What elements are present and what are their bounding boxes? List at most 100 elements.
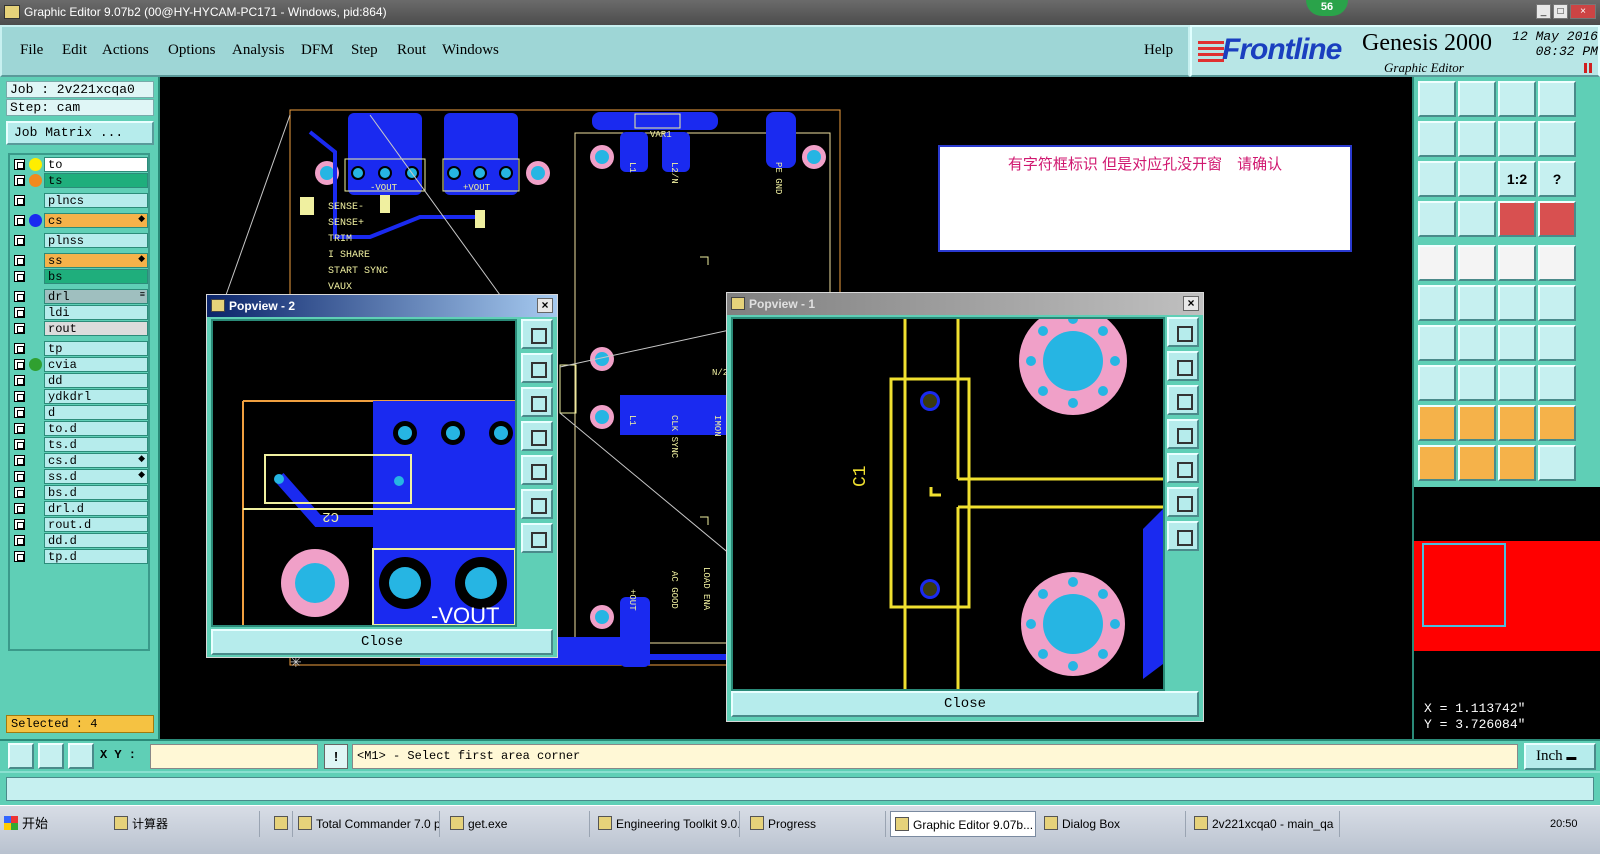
layer-checkbox[interactable]	[14, 307, 25, 318]
layer-checkbox[interactable]	[14, 487, 25, 498]
taskbar-item[interactable]: 计算器	[110, 811, 260, 837]
layer-name[interactable]: cs	[44, 213, 148, 228]
layer-checkbox[interactable]	[14, 519, 25, 530]
layer-name[interactable]: ts	[44, 173, 148, 188]
close-window-button[interactable]: ×	[1570, 4, 1596, 19]
layer-checkbox[interactable]	[14, 423, 25, 434]
taskbar-item[interactable]: Progress	[746, 811, 886, 837]
layer-row[interactable]: bs.d	[12, 485, 148, 500]
popview-2-close-button[interactable]: Close	[211, 629, 553, 655]
pad-icon[interactable]	[1418, 245, 1456, 281]
snap-point-icon[interactable]	[1418, 365, 1456, 401]
pointer2-icon[interactable]	[1458, 445, 1496, 481]
minus-icon[interactable]	[1458, 365, 1496, 401]
layer-checkbox[interactable]	[14, 471, 25, 482]
layers-icon[interactable]	[1538, 365, 1576, 401]
layer-checkbox[interactable]	[14, 391, 25, 402]
layer-row[interactable]: rout	[12, 321, 148, 336]
layer-name[interactable]: d	[44, 405, 148, 420]
layer-row[interactable]: to.d	[12, 421, 148, 436]
tri4-icon[interactable]	[1538, 405, 1576, 441]
layer-row[interactable]: cs ◆	[12, 213, 148, 228]
layer-name[interactable]: bs.d	[44, 485, 148, 500]
layer-name[interactable]: ydkdrl	[44, 389, 148, 404]
popview-1-titlebar[interactable]: Popview - 1 ×	[727, 293, 1203, 315]
minimize-button[interactable]: _	[1536, 4, 1551, 19]
layer-row[interactable]: tp.d	[12, 549, 148, 564]
taskbar-item[interactable]: Dialog Box	[1040, 811, 1186, 837]
taskbar-item[interactable]: Total Commander 7.0 p...	[294, 811, 440, 837]
zoom-in-icon[interactable]	[1167, 487, 1199, 517]
line-icon[interactable]	[1418, 325, 1456, 361]
ruler-icon[interactable]	[1498, 245, 1536, 281]
popview-1-view[interactable]: C1	[731, 317, 1165, 691]
layer-name[interactable]: ss.d	[44, 469, 148, 484]
tri-icon[interactable]	[1418, 405, 1456, 441]
popview-1-close-button[interactable]: Close	[731, 691, 1199, 717]
popview-2-view[interactable]: C2 -VOUT	[211, 319, 517, 627]
ratio-icon[interactable]: 1:2	[1498, 161, 1536, 197]
measure-tool-icon[interactable]	[1418, 201, 1456, 237]
layer-checkbox[interactable]	[14, 503, 25, 514]
layer-name[interactable]: to.d	[44, 421, 148, 436]
layer-name[interactable]: ss	[44, 253, 148, 268]
home-icon[interactable]	[1498, 81, 1536, 117]
unit-selector[interactable]: Inch ▬	[1524, 743, 1596, 770]
layer-name[interactable]: bs	[44, 269, 148, 284]
layer-name[interactable]: rout.d	[44, 517, 148, 532]
arrow-up-icon[interactable]	[1498, 285, 1536, 321]
maximize-button[interactable]: □	[1553, 4, 1568, 19]
menu-dfm[interactable]: DFM	[301, 42, 334, 59]
layer-row[interactable]: to	[12, 157, 148, 172]
menu-rout[interactable]: Rout	[397, 42, 426, 59]
cross-icon[interactable]	[1458, 285, 1496, 321]
box-icon[interactable]	[1498, 365, 1536, 401]
insert-icon[interactable]	[1418, 121, 1456, 157]
layer-name[interactable]: tp	[44, 341, 148, 356]
layer-row[interactable]: ss ◆	[12, 253, 148, 268]
pan-up-icon[interactable]	[1167, 351, 1199, 381]
layer-row[interactable]: ss.d ◆	[12, 469, 148, 484]
zoom-out-icon[interactable]	[521, 523, 553, 553]
layer-row[interactable]: bs	[12, 269, 148, 284]
layer-name[interactable]: cs.d	[44, 453, 148, 468]
grid-icon[interactable]	[68, 743, 94, 769]
menu-windows[interactable]: Windows	[442, 42, 499, 59]
layer-row[interactable]: ts	[12, 173, 148, 188]
overview-viewport-frame[interactable]	[1422, 543, 1506, 627]
layer-row[interactable]: drl ≡	[12, 289, 148, 304]
layer-checkbox[interactable]	[14, 439, 25, 450]
window-icon[interactable]	[1538, 81, 1576, 117]
layer-checkbox[interactable]	[14, 551, 25, 562]
taskbar-item[interactable]: Graphic Editor 9.07b...	[890, 811, 1036, 837]
split-icon[interactable]	[1538, 325, 1576, 361]
popview-2-close-icon[interactable]: ×	[537, 298, 553, 313]
copy-icon[interactable]	[1498, 121, 1536, 157]
taskbar-item[interactable]: 2v221xcqa0 - main_qa	[1190, 811, 1340, 837]
layer-name[interactable]: ts.d	[44, 437, 148, 452]
layer-row[interactable]: cs.d ◆	[12, 453, 148, 468]
menu-options[interactable]: Options	[168, 42, 216, 59]
help-icon[interactable]: ?	[1538, 161, 1576, 197]
layer-name[interactable]: rout	[44, 321, 148, 336]
layer-checkbox[interactable]	[14, 175, 25, 186]
pointer3-icon[interactable]	[1498, 445, 1536, 481]
layer-row[interactable]: drl.d	[12, 501, 148, 516]
circle-icon[interactable]	[1538, 245, 1576, 281]
layer-checkbox[interactable]	[14, 159, 25, 170]
layer-row[interactable]: ts.d	[12, 437, 148, 452]
layer-name[interactable]: ldi	[44, 305, 148, 320]
layer-checkbox[interactable]	[14, 375, 25, 386]
zoom-out-icon[interactable]	[1167, 521, 1199, 551]
layer-checkbox[interactable]	[14, 455, 25, 466]
undo-icon[interactable]	[1498, 325, 1536, 361]
pan-down-icon[interactable]	[521, 387, 553, 417]
export-icon[interactable]	[1458, 81, 1496, 117]
pan-up-icon[interactable]	[521, 353, 553, 383]
popview-2-titlebar[interactable]: Popview - 2 ×	[207, 295, 557, 317]
zoom-home-icon[interactable]	[521, 319, 553, 349]
start-button[interactable]: 开始	[0, 811, 96, 837]
layer-name[interactable]: plncs	[44, 193, 148, 208]
layer-name[interactable]: tp.d	[44, 549, 148, 564]
center-icon[interactable]	[1458, 161, 1496, 197]
